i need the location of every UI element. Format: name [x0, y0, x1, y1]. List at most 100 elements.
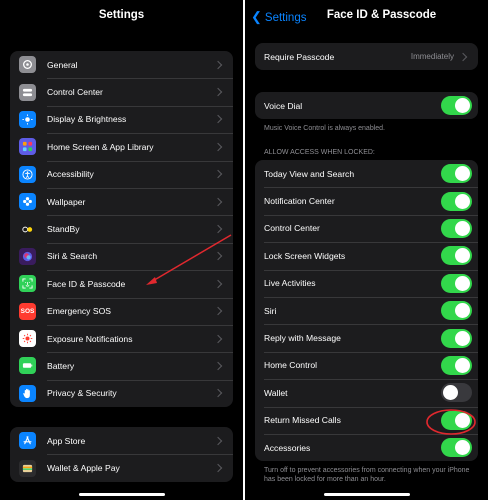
siri-icon [19, 247, 36, 265]
siri-toggle[interactable] [441, 301, 472, 321]
require-passcode-value: Immediately [410, 52, 454, 62]
lock-screen-widgets-toggle[interactable] [441, 246, 472, 266]
settings-row-wallet-apple-pay[interactable]: Wallet & Apple Pay [10, 454, 233, 481]
settings-row-label: Exposure Notifications [47, 333, 133, 344]
locked-access-row-home-control: Home Control [255, 351, 478, 379]
settings-group-main: General Control Center Display & Brightnes… [10, 51, 233, 408]
settings-row-emergency-sos[interactable]: SOS Emergency SOS [10, 297, 233, 325]
require-passcode-row[interactable]: Require Passcode Immediately [255, 43, 478, 70]
settings-row-siri-search[interactable]: Siri & Search [10, 242, 233, 270]
locked-access-row-lock-screen-widgets: Lock Screen Widgets [255, 242, 478, 269]
toggle-knob [455, 412, 470, 428]
settings-row-label: App Store [47, 435, 86, 446]
hand-icon [19, 384, 36, 402]
gear-icon [19, 56, 36, 74]
chevron-right-icon [213, 224, 223, 234]
flower-icon [19, 193, 36, 211]
toggle-knob [455, 248, 470, 264]
toggle-knob [455, 330, 470, 346]
home-control-toggle[interactable] [441, 355, 472, 375]
wallet-icon [19, 459, 36, 477]
toggle-knob [455, 98, 470, 114]
settings-row-label: Privacy & Security [47, 388, 117, 399]
standby-icon [19, 220, 36, 238]
locked-access-label: Return Missed Calls [264, 415, 341, 426]
chevron-right-icon [213, 197, 223, 206]
settings-row-privacy-security[interactable]: Privacy & Security [10, 379, 233, 407]
settings-row-label: Emergency SOS [47, 306, 111, 317]
live-activities-toggle[interactable] [441, 273, 472, 293]
settings-row-control-center[interactable]: Control Center [10, 78, 233, 105]
accessibility-icon [19, 165, 36, 183]
chevron-right-icon [213, 279, 223, 289]
settings-screen: Settings General Control Center Display & … [0, 0, 243, 500]
settings-group-apps: App Store Wallet & Apple Pay [10, 427, 233, 482]
settings-row-home-screen-app-library[interactable]: Home Screen & App Library [10, 133, 233, 160]
toggle-knob [455, 220, 470, 236]
locked-access-label: Notification Center [264, 196, 335, 207]
page-title: Settings [98, 9, 145, 21]
locked-access-row-control-center: Control Center [255, 214, 478, 242]
settings-row-exposure-notifications[interactable]: Exposure Notifications [10, 324, 233, 352]
settings-row-wallpaper[interactable]: Wallpaper [10, 187, 233, 215]
toggle-knob [455, 275, 470, 291]
settings-row-label: Accessibility [47, 169, 94, 180]
locked-access-label: Today View and Search [264, 168, 355, 179]
exposure-icon [19, 330, 36, 348]
settings-row-display-brightness[interactable]: Display & Brightness [10, 105, 233, 133]
settings-row-battery[interactable]: Battery [10, 352, 233, 379]
settings-row-label: Wallet & Apple Pay [47, 463, 120, 474]
voice-dial-row: Voice Dial [255, 92, 478, 119]
toggle-knob [455, 357, 470, 373]
accessories-caption: Turn off to prevent accessories from con… [264, 467, 470, 483]
settings-row-general[interactable]: General [10, 51, 233, 78]
chevron-right-icon [213, 389, 223, 398]
voice-dial-toggle[interactable] [441, 96, 472, 116]
wallet-toggle[interactable] [441, 383, 472, 403]
toggle-knob [455, 303, 470, 319]
home-indicator[interactable] [78, 493, 165, 496]
settings-row-label: Wallpaper [47, 196, 86, 207]
home-indicator[interactable] [323, 493, 410, 496]
chevron-right-icon [213, 334, 223, 343]
return-missed-calls-toggle[interactable] [441, 410, 472, 430]
locked-access-label: Control Center [264, 223, 320, 234]
chevron-right-icon [213, 361, 223, 371]
settings-row-label: Control Center [47, 87, 103, 98]
sos-icon: SOS [19, 302, 36, 320]
chevron-left-icon: ❮ [251, 9, 262, 24]
toggle-knob [455, 166, 470, 182]
require-passcode-label: Require Passcode [264, 51, 335, 62]
locked-access-row-accessories: Accessories [255, 433, 478, 461]
voice-dial-caption: Music Voice Control is always enabled. [264, 125, 386, 132]
locked-access-label: Accessories [264, 442, 311, 453]
settings-row-app-store[interactable]: App Store [10, 427, 233, 454]
toggle-knob [455, 193, 470, 209]
notification-center-toggle[interactable] [441, 191, 472, 211]
settings-row-label: Battery [47, 360, 75, 371]
settings-row-label: Face ID & Passcode [47, 278, 126, 289]
settings-row-standby[interactable]: StandBy [10, 215, 233, 242]
accessories-toggle[interactable] [441, 438, 472, 458]
chevron-right-icon [213, 87, 223, 97]
locked-access-row-live-activities: Live Activities [255, 269, 478, 297]
settings-row-accessibility[interactable]: Accessibility [10, 160, 233, 188]
locked-access-row-reply-with-message: Reply with Message [255, 324, 478, 351]
chevron-right-icon [458, 52, 468, 61]
settings-row-label: Siri & Search [47, 251, 98, 262]
toggles-icon [19, 83, 36, 101]
today-view-and-search-toggle[interactable] [441, 164, 472, 184]
locked-access-row-notification-center: Notification Center [255, 187, 478, 214]
reply-with-message-toggle[interactable] [441, 328, 472, 348]
battery-icon [19, 357, 36, 375]
toggle-knob [455, 440, 470, 456]
chevron-right-icon [213, 60, 223, 69]
settings-row-label: General [47, 59, 78, 70]
control-center-toggle[interactable] [441, 218, 472, 238]
app-store-icon [19, 432, 36, 450]
locked-access-row-return-missed-calls: Return Missed Calls [255, 406, 478, 434]
page-title: Face ID & Passcode [326, 9, 437, 21]
locked-access-row-wallet: Wallet [255, 379, 478, 406]
settings-row-face-id-passcode[interactable]: Face ID & Passcode [10, 270, 233, 297]
settings-row-label: Home Screen & App Library [47, 141, 154, 152]
